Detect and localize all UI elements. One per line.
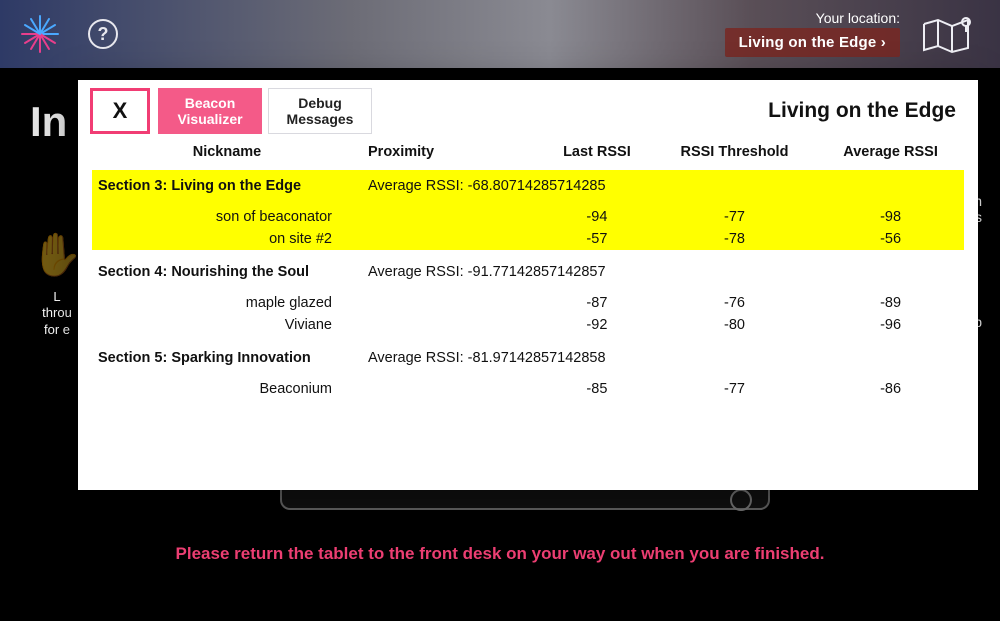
tab-beacon-visualizer[interactable]: Beacon Visualizer [158,88,262,134]
table-row: Viviane -92-80-96 [92,314,964,336]
cell-rssi-threshold: -76 [652,292,817,314]
col-nickname: Nickname [92,136,362,170]
cell-avg-rssi: -56 [817,228,964,250]
cell-proximity [362,206,542,228]
cell-nickname: Viviane [92,314,362,336]
cell-rssi-threshold: -78 [652,228,817,250]
cell-last-rssi: -57 [542,228,652,250]
modal-title: Living on the Edge [768,99,956,123]
page-title-fragment: In [30,98,67,146]
cell-proximity [362,378,542,400]
section-avg-rssi: Average RSSI: -81.97142857142858 [362,336,964,372]
cell-proximity [362,292,542,314]
tab-debug-messages[interactable]: Debug Messages [268,88,372,134]
close-button[interactable]: X [90,88,150,134]
table-row: maple glazed -87-76-89 [92,292,964,314]
location-label: Your location: [725,10,900,26]
col-rssi-threshold: RSSI Threshold [652,136,817,170]
cell-last-rssi: -85 [542,378,652,400]
cell-rssi-threshold: -77 [652,378,817,400]
cell-avg-rssi: -89 [817,292,964,314]
cell-last-rssi: -94 [542,206,652,228]
cell-avg-rssi: -98 [817,206,964,228]
footer-message: Please return the tablet to the front de… [0,544,1000,564]
cell-proximity [362,314,542,336]
table-row: Beaconium -85-77-86 [92,378,964,400]
beacon-table: Nickname Proximity Last RSSI RSSI Thresh… [92,136,964,400]
cell-last-rssi: -92 [542,314,652,336]
beacon-table-wrap: Nickname Proximity Last RSSI RSSI Thresh… [78,134,978,400]
location-block: Your location: Living on the Edge › [725,10,900,57]
table-row: son of beaconator -94-77-98 [92,206,964,228]
map-icon[interactable] [920,14,976,59]
col-last-rssi: Last RSSI [542,136,652,170]
section-avg-rssi: Average RSSI: -91.77142857142857 [362,250,964,286]
cell-avg-rssi: -86 [817,378,964,400]
cell-avg-rssi: -96 [817,314,964,336]
table-row: on site #2 -57-78-56 [92,228,964,250]
section-header-row: Section 5: Sparking InnovationAverage RS… [92,336,964,372]
cell-nickname: son of beaconator [92,206,362,228]
section-title: Section 3: Living on the Edge [92,170,362,200]
cell-proximity [362,228,542,250]
cell-rssi-threshold: -77 [652,206,817,228]
col-avg-rssi: Average RSSI [817,136,964,170]
cell-rssi-threshold: -80 [652,314,817,336]
modal-header: X Beacon Visualizer Debug Messages Livin… [78,80,978,134]
help-icon[interactable]: ? [88,19,118,49]
beacon-visualizer-modal: X Beacon Visualizer Debug Messages Livin… [78,80,978,490]
cell-nickname: on site #2 [92,228,362,250]
app-logo-icon[interactable] [18,12,62,56]
cell-nickname: Beaconium [92,378,362,400]
section-title: Section 5: Sparking Innovation [92,336,362,372]
app-header: ? Your location: Living on the Edge › [0,0,1000,68]
section-title: Section 4: Nourishing the Soul [92,250,362,286]
table-header-row: Nickname Proximity Last RSSI RSSI Thresh… [92,136,964,170]
section-header-row: Section 4: Nourishing the SoulAverage RS… [92,250,964,286]
section-avg-rssi: Average RSSI: -68.80714285714285 [362,170,964,200]
section-header-row: Section 3: Living on the EdgeAverage RSS… [92,170,964,200]
location-pill[interactable]: Living on the Edge › [725,28,900,57]
cell-nickname: maple glazed [92,292,362,314]
col-proximity: Proximity [362,136,542,170]
cell-last-rssi: -87 [542,292,652,314]
